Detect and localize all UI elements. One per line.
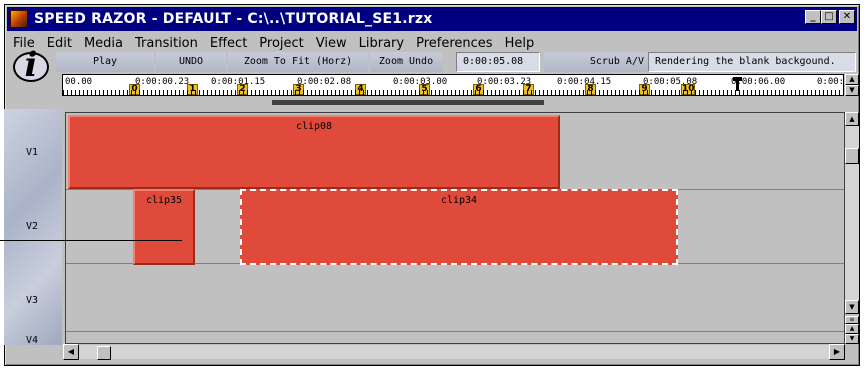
ruler-label: 0:00:0 bbox=[817, 77, 844, 87]
clip-clip34[interactable]: clip34 bbox=[240, 189, 678, 265]
track-label-v3[interactable]: V3 bbox=[26, 295, 38, 306]
overview-scrollbar[interactable] bbox=[64, 97, 844, 109]
clip-label: clip35 bbox=[145, 195, 183, 206]
title-bar[interactable]: SPEED RAZOR - DEFAULT - C:\..\TUTORIAL_S… bbox=[7, 7, 857, 31]
maximize-button[interactable]: □ bbox=[821, 10, 837, 24]
status-field: Rendering the blank backgound. bbox=[648, 52, 856, 72]
playhead-indicator[interactable] bbox=[733, 77, 742, 91]
window-title: SPEED RAZOR - DEFAULT - C:\..\TUTORIAL_S… bbox=[34, 11, 433, 27]
annotation-line bbox=[0, 240, 182, 241]
scroll-thumb[interactable] bbox=[97, 346, 111, 360]
menu-edit[interactable]: Edit bbox=[41, 36, 78, 51]
menu-help[interactable]: Help bbox=[499, 36, 541, 51]
menu-transition[interactable]: Transition bbox=[129, 36, 204, 51]
overview-thumb[interactable] bbox=[272, 100, 544, 105]
track-headers: V1 V2 V3 V4 bbox=[4, 109, 62, 346]
toolbar: Play UNDO Zoom To Fit (Horz) Zoom Undo 0… bbox=[56, 52, 856, 72]
menu-media[interactable]: Media bbox=[78, 36, 129, 51]
track-label-v1[interactable]: V1 bbox=[26, 147, 38, 158]
timecode-display[interactable]: 0:00:05.08 bbox=[456, 52, 540, 72]
ruler-label: 0:00:02.08 bbox=[297, 77, 352, 87]
zoom-undo-button[interactable]: Zoom Undo bbox=[370, 52, 442, 72]
zoom-to-fit-button[interactable]: Zoom To Fit (Horz) bbox=[228, 52, 368, 72]
timeline-area[interactable]: clip08 clip35 clip34 bbox=[65, 112, 845, 344]
window-controls: _ □ ✕ bbox=[805, 10, 855, 24]
ruler-label: 0:00:00.23 bbox=[135, 77, 190, 87]
clip-label: clip34 bbox=[440, 195, 478, 206]
vertical-scrollbar[interactable]: ▲ ▼ ≡ ▲ ▼ bbox=[845, 112, 859, 344]
play-button[interactable]: Play bbox=[56, 52, 154, 72]
info-logo-icon[interactable]: i bbox=[9, 45, 53, 86]
menu-library[interactable]: Library bbox=[353, 36, 410, 51]
track-expand-icon[interactable]: ≡ bbox=[845, 316, 859, 324]
menu-preferences[interactable]: Preferences bbox=[410, 36, 498, 51]
time-ruler[interactable]: 00.00 0:00:00.23 0:00:01.15 0:00:02.08 0… bbox=[62, 74, 844, 96]
scroll-track[interactable] bbox=[845, 126, 859, 300]
undo-button[interactable]: UNDO bbox=[156, 52, 226, 72]
clip-clip08[interactable]: clip08 bbox=[68, 115, 560, 189]
scroll-up-icon[interactable]: ▲ bbox=[845, 112, 859, 126]
track-down-icon[interactable]: ▼ bbox=[845, 334, 859, 344]
menu-project[interactable]: Project bbox=[253, 36, 309, 51]
app-icon[interactable] bbox=[10, 10, 28, 28]
menu-effect[interactable]: Effect bbox=[204, 36, 253, 51]
track-label-v2[interactable]: V2 bbox=[26, 221, 38, 232]
track-label-v4[interactable]: V4 bbox=[26, 335, 38, 346]
scroll-down-icon[interactable]: ▼ bbox=[845, 300, 859, 314]
ruler-label: 00.00 bbox=[65, 77, 93, 87]
minimize-button[interactable]: _ bbox=[805, 10, 821, 24]
scroll-left-icon[interactable]: ◀ bbox=[63, 344, 79, 360]
scroll-track[interactable] bbox=[79, 345, 829, 360]
scroll-right-icon[interactable]: ▶ bbox=[829, 344, 845, 360]
ruler-ticks bbox=[63, 90, 843, 95]
horizontal-scrollbar[interactable]: ◀ ▶ bbox=[63, 344, 845, 360]
menu-bar: File Edit Media Transition Effect Projec… bbox=[7, 33, 857, 53]
clip-label: clip08 bbox=[295, 121, 333, 132]
menu-view[interactable]: View bbox=[310, 36, 353, 51]
close-button[interactable]: ✕ bbox=[839, 10, 855, 24]
ruler-scroll: ▲ ▼ bbox=[845, 74, 859, 96]
logo-letter-icon: i bbox=[24, 45, 38, 85]
track-separator bbox=[66, 331, 844, 332]
scrub-av-button[interactable]: Scrub A/V bbox=[544, 52, 648, 72]
scroll-thumb[interactable] bbox=[845, 148, 859, 164]
track-up-icon[interactable]: ▲ bbox=[845, 324, 859, 334]
scroll-down-icon[interactable]: ▼ bbox=[845, 85, 859, 96]
clip-clip35[interactable]: clip35 bbox=[133, 189, 195, 265]
scroll-up-icon[interactable]: ▲ bbox=[845, 74, 859, 85]
